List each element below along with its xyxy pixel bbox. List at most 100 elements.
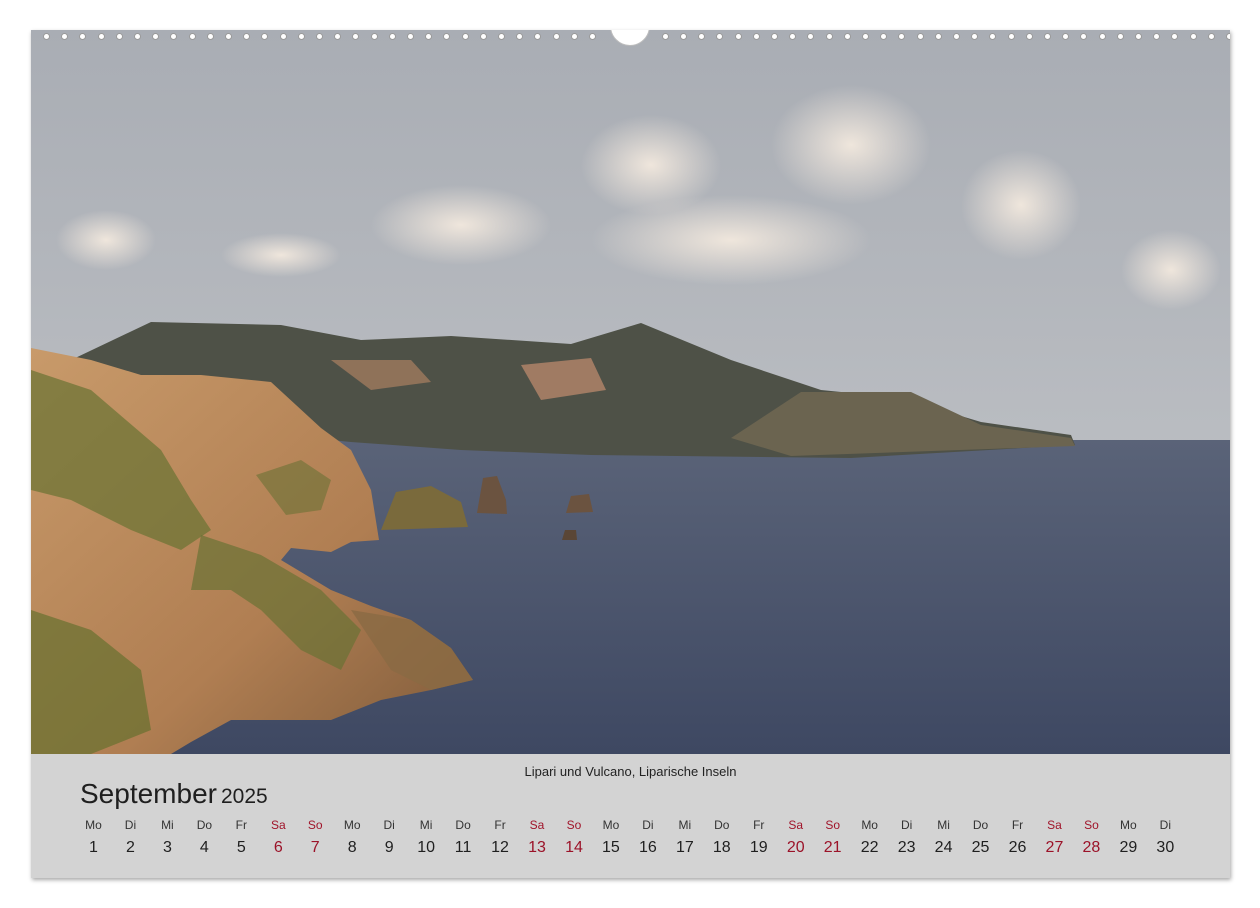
binding-hole — [825, 33, 833, 40]
weekday-label: Di — [124, 818, 137, 832]
weekday-label: Fr — [1011, 818, 1024, 832]
binding-hole — [680, 33, 687, 40]
weekday-label: Fr — [235, 818, 247, 832]
binding-hole — [1226, 33, 1230, 40]
binding-hole — [1207, 33, 1215, 40]
binding-hole — [152, 33, 160, 40]
binding-hole — [425, 33, 433, 40]
binding-hole — [752, 33, 760, 40]
day-number: 9 — [384, 839, 394, 856]
binding-hole — [370, 33, 378, 40]
day-number: 13 — [528, 839, 546, 856]
weekday-label: Di — [383, 818, 395, 832]
binding-hole — [934, 33, 942, 40]
day-cell: Di 23 — [888, 816, 925, 857]
day-number: 10 — [417, 839, 436, 856]
binding-hole — [352, 33, 360, 40]
binding-hole — [43, 33, 50, 40]
weekday-label: Mi — [678, 818, 692, 832]
day-cell: Fr 26 — [999, 816, 1036, 857]
day-number: 26 — [1008, 839, 1027, 856]
binding-hole — [1171, 33, 1179, 40]
binding-hole — [297, 33, 305, 40]
binding-hole — [206, 33, 214, 40]
binding-hole — [1062, 33, 1070, 40]
binding-hole — [479, 33, 487, 40]
day-cell: Di 30 — [1147, 816, 1184, 857]
day-number: 8 — [347, 839, 357, 856]
binding-hole — [843, 33, 851, 40]
day-cell: Fr 12 — [482, 816, 519, 857]
day-cell: Do 11 — [445, 816, 482, 857]
day-number: 6 — [273, 839, 283, 856]
binding-hole — [589, 33, 596, 40]
landscape-photo — [31, 30, 1230, 754]
day-number: 16 — [638, 839, 657, 856]
binding-hole — [1116, 33, 1124, 40]
binding-hole — [279, 33, 287, 40]
day-cell: Di 16 — [629, 816, 666, 857]
day-cell: Di 2 — [112, 816, 149, 857]
weekday-label: Mi — [937, 818, 950, 832]
day-cell: Do 18 — [703, 816, 740, 857]
weekday-label: Mi — [419, 818, 433, 832]
day-number: 23 — [897, 839, 916, 856]
binding-hole — [79, 33, 87, 40]
binding-hole — [771, 33, 778, 40]
day-number: 11 — [454, 839, 472, 856]
day-cell: So 28 — [1073, 816, 1110, 857]
day-grid: Mo 1 Di 2 Mi 3 Do 4 Fr 5 Sa 6 So 7 Mo 8 Di 9 Mi 10 Do 11 Fr 12 S… — [75, 816, 1215, 866]
binding-hole — [552, 33, 560, 40]
binding-hole — [1025, 33, 1033, 40]
binding-hole — [461, 33, 469, 40]
day-number: 1 — [89, 839, 98, 856]
month-title: September 2025 — [80, 778, 268, 810]
binding-hole — [789, 33, 797, 40]
binding-hole — [570, 33, 578, 40]
binding-hole — [1135, 33, 1142, 40]
day-number: 30 — [1156, 839, 1175, 856]
weekday-label: Do — [714, 818, 730, 832]
weekday-label: Di — [1159, 818, 1171, 832]
weekday-label: Mi — [161, 818, 174, 832]
weekday-label: Di — [642, 818, 654, 832]
binding-hole — [516, 33, 524, 40]
day-cell: Mi 17 — [666, 816, 703, 857]
year: 2025 — [220, 785, 268, 808]
day-cell: Mo 15 — [592, 816, 629, 857]
day-number: 19 — [749, 839, 768, 856]
binding-hole — [97, 33, 105, 40]
photo-caption: Lipari und Vulcano, Liparische Inseln — [524, 764, 737, 779]
binding-hole — [115, 33, 123, 40]
day-cell: Do 4 — [186, 816, 223, 857]
binding-hole — [316, 33, 323, 40]
weekday-label: Sa — [270, 818, 286, 832]
binding-hole — [534, 33, 542, 40]
weekday-label: Mo — [602, 818, 620, 832]
binding-hole — [916, 33, 924, 40]
month-name: September — [80, 778, 217, 809]
binding-hole — [807, 33, 815, 40]
day-number: 17 — [675, 839, 694, 856]
day-number: 18 — [712, 839, 731, 856]
day-cell: Do 25 — [962, 816, 999, 857]
binding-hole — [734, 33, 742, 40]
day-cell: So 14 — [555, 816, 592, 857]
weekday-label: So — [825, 818, 841, 832]
weekday-label: Mo — [1120, 818, 1137, 832]
day-number: 24 — [934, 839, 953, 856]
binding-hole — [953, 33, 960, 40]
binding-hole — [989, 33, 997, 40]
day-cell: Mo 8 — [334, 816, 371, 857]
day-number: 12 — [491, 839, 509, 856]
day-cell: Mo 22 — [851, 816, 888, 857]
day-cell: Fr 5 — [223, 816, 260, 857]
binding-hole — [188, 33, 196, 40]
weekday-label: Do — [972, 818, 989, 832]
spiral-binding — [31, 30, 1230, 46]
day-cell: So 7 — [297, 816, 334, 857]
binding-hole — [134, 33, 141, 40]
binding-hole — [862, 33, 869, 40]
day-cell: Mo 29 — [1110, 816, 1147, 857]
weekday-label: Di — [900, 818, 913, 832]
